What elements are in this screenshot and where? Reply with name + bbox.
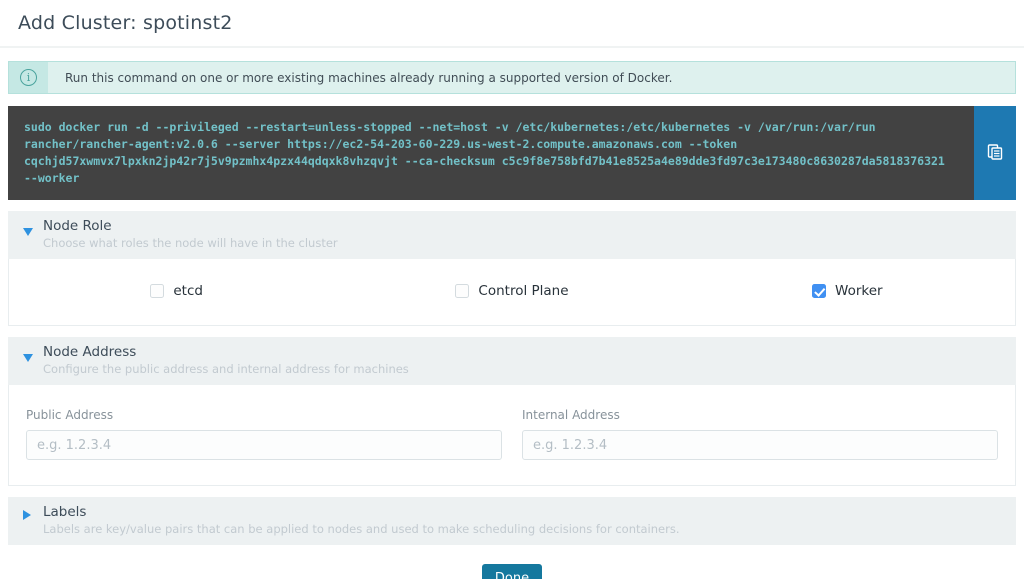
section-subtitle: Configure the public address and interna…: [43, 362, 1002, 377]
control-plane-checkbox[interactable]: [455, 284, 469, 298]
checkbox-text: Control Plane: [478, 283, 568, 299]
node-address-section-header[interactable]: Node Address Configure the public addres…: [8, 337, 1016, 385]
info-banner-icon-cell: i: [9, 62, 48, 93]
info-circle-icon: i: [20, 69, 37, 86]
section-subtitle: Labels are key/value pairs that can be a…: [43, 522, 1002, 537]
done-button[interactable]: Done: [482, 564, 542, 579]
node-address-form: Public Address Internal Address: [8, 385, 1016, 486]
internal-address-label: Internal Address: [522, 408, 998, 422]
section-title: Node Role: [43, 218, 1002, 235]
node-role-options: etcd Control Plane Worker: [8, 259, 1016, 326]
worker-checkbox[interactable]: [812, 284, 826, 298]
collapse-triangle-icon[interactable]: [23, 228, 33, 236]
checkbox-text: etcd: [173, 283, 203, 299]
node-role-option-etcd: etcd: [9, 283, 344, 299]
labels-section-header[interactable]: Labels Labels are key/value pairs that c…: [8, 497, 1016, 545]
section-subtitle: Choose what roles the node will have in …: [43, 236, 1002, 251]
clipboard-icon: [986, 143, 1004, 164]
docker-command-block: sudo docker run -d --privileged --restar…: [8, 106, 1016, 200]
copy-command-button[interactable]: [974, 106, 1016, 200]
control-plane-checkbox-label[interactable]: Control Plane: [455, 283, 568, 299]
public-address-field-group: Public Address: [26, 408, 502, 460]
node-role-section: Node Role Choose what roles the node wil…: [8, 211, 1016, 326]
worker-checkbox-label[interactable]: Worker: [812, 283, 883, 299]
expand-triangle-icon[interactable]: [23, 510, 31, 520]
internal-address-field-group: Internal Address: [522, 408, 998, 460]
docker-command-text: sudo docker run -d --privileged --restar…: [8, 106, 974, 200]
footer-actions: Done: [0, 564, 1024, 579]
etcd-checkbox[interactable]: [150, 284, 164, 298]
add-cluster-page: Add Cluster: spotinst2 i Run this comman…: [0, 0, 1024, 579]
page-title: Add Cluster: spotinst2: [0, 0, 1024, 48]
etcd-checkbox-label[interactable]: etcd: [150, 283, 203, 299]
section-title: Node Address: [43, 344, 1002, 361]
public-address-input[interactable]: [26, 430, 502, 460]
section-title: Labels: [43, 504, 1002, 521]
node-role-section-header[interactable]: Node Role Choose what roles the node wil…: [8, 211, 1016, 259]
labels-section: Labels Labels are key/value pairs that c…: [8, 497, 1016, 545]
checkbox-text: Worker: [835, 283, 883, 299]
public-address-label: Public Address: [26, 408, 502, 422]
node-role-option-control-plane: Control Plane: [344, 283, 679, 299]
node-address-section: Node Address Configure the public addres…: [8, 337, 1016, 486]
info-banner: i Run this command on one or more existi…: [8, 61, 1016, 94]
internal-address-input[interactable]: [522, 430, 998, 460]
collapse-triangle-icon[interactable]: [23, 354, 33, 362]
info-banner-text: Run this command on one or more existing…: [48, 71, 672, 85]
node-role-option-worker: Worker: [680, 283, 1015, 299]
